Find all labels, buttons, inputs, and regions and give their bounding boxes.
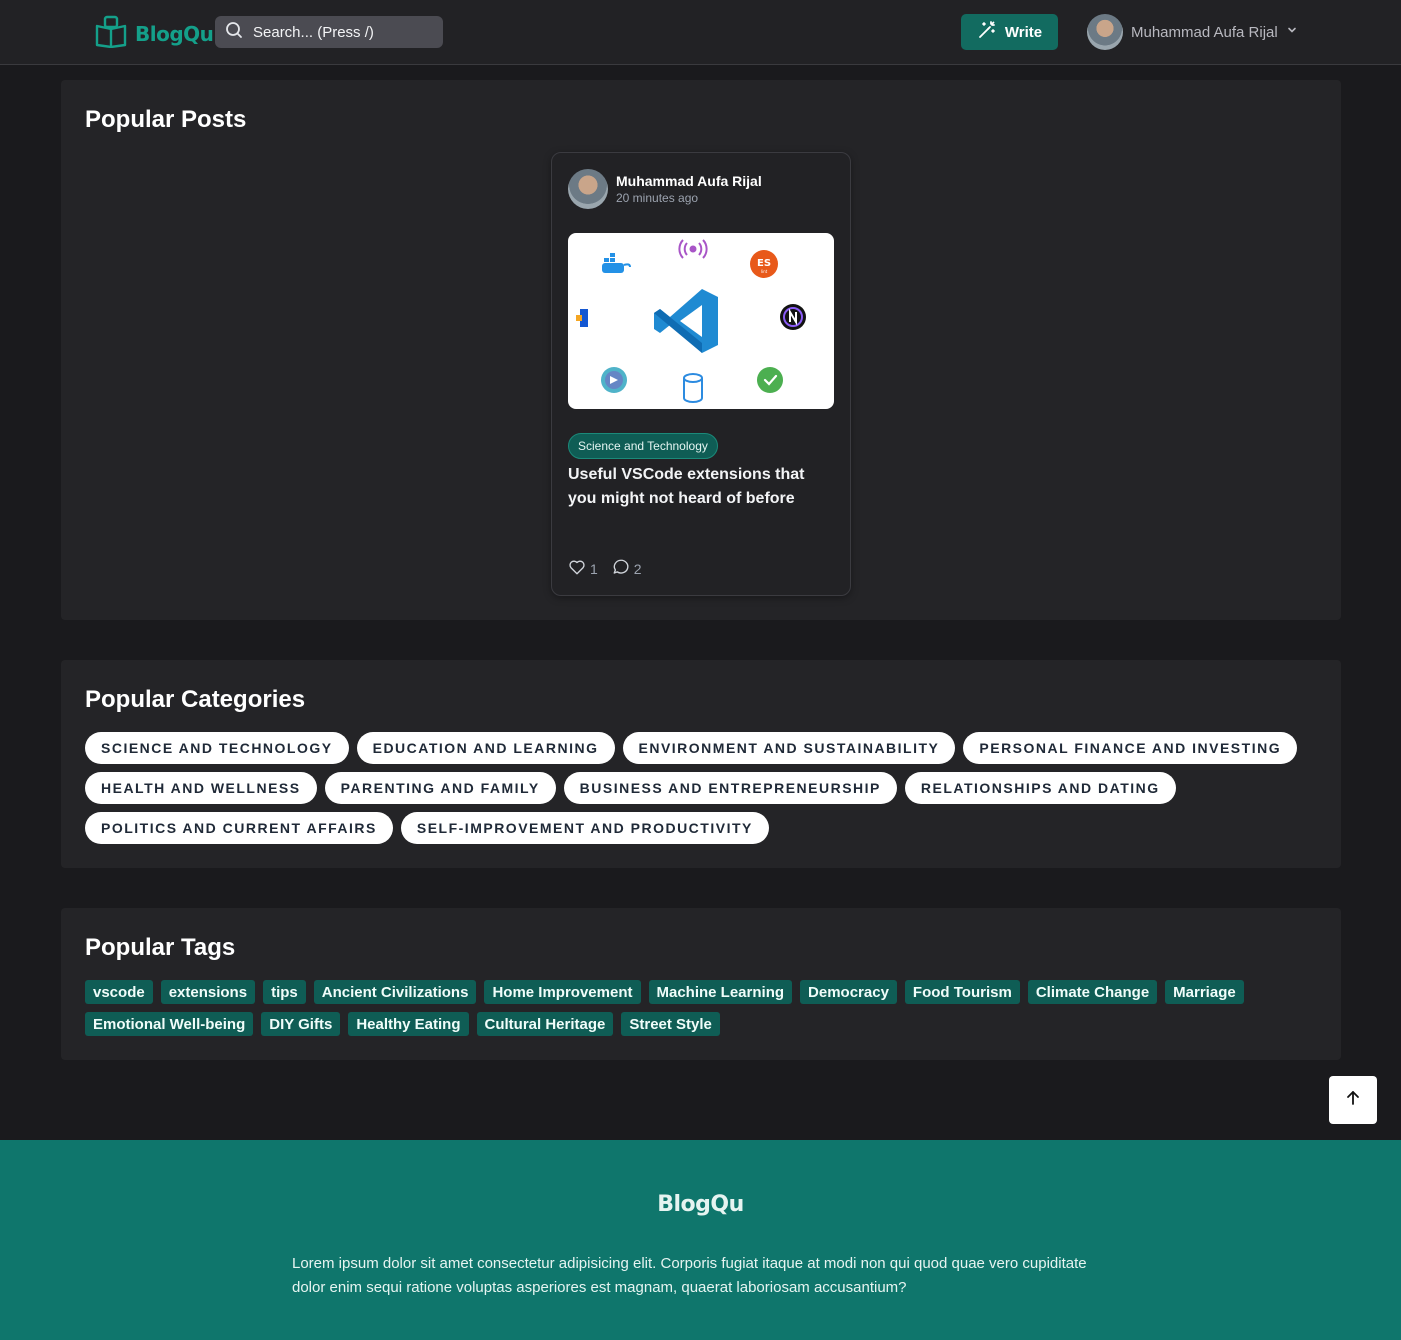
- footer-brand: BlogQu: [657, 1192, 744, 1217]
- post-title[interactable]: Useful VSCode extensions that you might …: [568, 463, 828, 511]
- post-category-badge[interactable]: Science and Technology: [568, 433, 718, 459]
- category-pill[interactable]: SCIENCE AND TECHNOLOGY: [85, 732, 349, 764]
- footer: BlogQu Lorem ipsum dolor sit amet consec…: [0, 1140, 1401, 1340]
- dark-circle-icon: [780, 304, 806, 330]
- logo[interactable]: BlogQu: [95, 14, 214, 53]
- post-time: 20 minutes ago: [616, 191, 699, 205]
- tag-pill[interactable]: Climate Change: [1027, 980, 1158, 1004]
- search-icon: [225, 21, 243, 44]
- vs-extension-icon: [601, 367, 627, 393]
- post-stats: 1 2: [568, 558, 642, 579]
- post-card[interactable]: Muhammad Aufa Rijal 20 minutes ago ES li…: [551, 152, 851, 596]
- category-pill[interactable]: HEALTH AND WELLNESS: [85, 772, 317, 804]
- tag-pill[interactable]: vscode: [85, 980, 153, 1004]
- category-pill[interactable]: ENVIRONMENT AND SUSTAINABILITY: [622, 732, 956, 764]
- svg-text:lint: lint: [761, 269, 768, 274]
- category-pill[interactable]: SELF-IMPROVEMENT AND PRODUCTIVITY: [400, 812, 769, 844]
- broadcast-icon: [678, 239, 708, 259]
- popular-categories-title: Popular Categories: [85, 686, 306, 713]
- tag-pill[interactable]: Emotional Well-being: [85, 1012, 254, 1036]
- tag-pill[interactable]: Machine Learning: [648, 980, 793, 1004]
- popular-categories-section: Popular Categories SCIENCE AND TECHNOLOG…: [61, 660, 1341, 868]
- author-avatar: [568, 169, 608, 209]
- arrow-up-icon: [1344, 1089, 1362, 1112]
- category-pill[interactable]: BUSINESS AND ENTREPRENEURSHIP: [563, 772, 897, 804]
- check-icon: [757, 367, 783, 393]
- search-bar[interactable]: [215, 16, 443, 48]
- popular-tags-title: Popular Tags: [85, 934, 236, 961]
- comment-count: 2: [633, 560, 642, 577]
- user-menu[interactable]: Muhammad Aufa Rijal: [1087, 14, 1298, 50]
- category-pill[interactable]: PARENTING AND FAMILY: [324, 772, 556, 804]
- like-button[interactable]: 1: [568, 558, 598, 579]
- heart-icon: [568, 558, 586, 579]
- tag-list: vscode extensions tips Ancient Civilizat…: [85, 980, 1325, 1036]
- comment-button[interactable]: 2: [612, 558, 642, 579]
- book-logo-icon: [95, 14, 127, 53]
- logo-text: BlogQu: [135, 21, 214, 46]
- top-navbar: BlogQu Write Muhammad Aufa Rijal: [0, 0, 1401, 65]
- category-pill[interactable]: POLITICS AND CURRENT AFFAIRS: [85, 812, 393, 844]
- like-count: 1: [590, 560, 598, 577]
- post-author[interactable]: Muhammad Aufa Rijal 20 minutes ago: [568, 169, 762, 209]
- comment-icon: [612, 558, 630, 579]
- svg-text:ES: ES: [757, 258, 771, 269]
- category-pill[interactable]: EDUCATION AND LEARNING: [356, 732, 615, 764]
- tag-pill[interactable]: tips: [263, 980, 306, 1004]
- database-icon: [683, 373, 703, 403]
- write-button[interactable]: Write: [961, 14, 1058, 50]
- tag-pill[interactable]: DIY Gifts: [261, 1012, 341, 1036]
- tag-pill[interactable]: Healthy Eating: [348, 1012, 469, 1036]
- scroll-to-top-button[interactable]: [1329, 1076, 1377, 1124]
- user-name: Muhammad Aufa Rijal: [1131, 23, 1278, 41]
- tag-pill[interactable]: Home Improvement: [484, 980, 641, 1004]
- tag-pill[interactable]: extensions: [160, 980, 256, 1004]
- write-button-label: Write: [1004, 23, 1043, 41]
- chevron-down-icon: [1286, 23, 1298, 41]
- popular-tags-section: Popular Tags vscode extensions tips Anci…: [61, 908, 1341, 1060]
- tag-pill[interactable]: Street Style: [621, 1012, 720, 1036]
- category-list: SCIENCE AND TECHNOLOGY EDUCATION AND LEA…: [85, 732, 1325, 844]
- search-input[interactable]: [253, 23, 433, 41]
- tag-pill[interactable]: Cultural Heritage: [476, 1012, 614, 1036]
- category-pill[interactable]: PERSONAL FINANCE AND INVESTING: [963, 732, 1298, 764]
- tag-pill[interactable]: Marriage: [1165, 980, 1244, 1004]
- tag-pill[interactable]: Food Tourism: [904, 980, 1020, 1004]
- popular-posts-title: Popular Posts: [85, 106, 247, 133]
- vscode-logo: [654, 289, 718, 353]
- blue-s-icon: [576, 309, 588, 327]
- category-pill[interactable]: RELATIONSHIPS AND DATING: [904, 772, 1176, 804]
- footer-description: Lorem ipsum dolor sit amet consectetur a…: [292, 1255, 1087, 1296]
- docker-icon: [602, 253, 631, 273]
- post-cover-image[interactable]: ES lint: [568, 233, 834, 409]
- author-name: Muhammad Aufa Rijal: [616, 173, 762, 189]
- es-icon: ES lint: [750, 250, 778, 278]
- tag-pill[interactable]: Ancient Civilizations: [313, 980, 477, 1004]
- magic-wand-icon: [977, 20, 997, 44]
- avatar: [1087, 14, 1123, 50]
- popular-posts-section: Popular Posts Muhammad Aufa Rijal 20 min…: [61, 80, 1341, 620]
- tag-pill[interactable]: Democracy: [800, 980, 897, 1004]
